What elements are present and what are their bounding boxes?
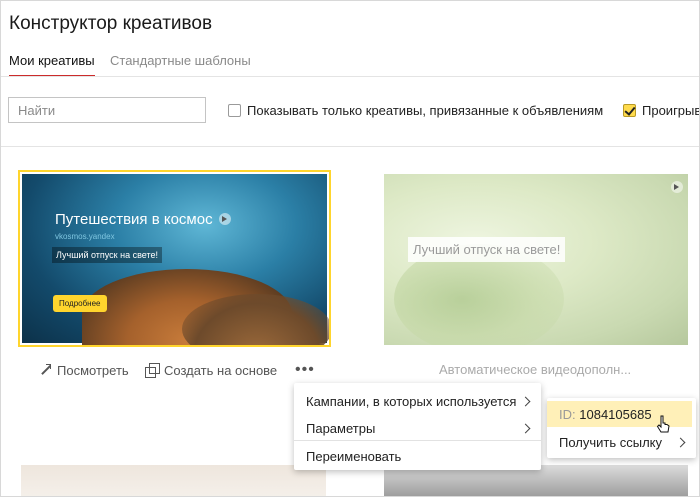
sound-icon[interactable] <box>219 213 231 225</box>
only-linked-filter[interactable]: Показывать только креативы, привязанные … <box>228 101 603 119</box>
view-label: Посмотреть <box>57 362 129 378</box>
creative-title: Путешествия в космос <box>55 211 213 228</box>
create-based-action[interactable]: Создать на основе <box>145 361 277 379</box>
tab-standard-templates[interactable]: Стандартные шаблоны <box>110 53 251 68</box>
search-input[interactable] <box>8 97 206 123</box>
more-options-button[interactable]: ••• <box>295 361 315 379</box>
create-based-label: Создать на основе <box>164 362 278 378</box>
mouse-cursor-icon <box>656 415 670 433</box>
id-value: 1084105685 <box>579 407 652 422</box>
creative-card-selected[interactable]: Путешествия в космос vkosmos.yandex Лучш… <box>18 170 331 347</box>
submenu-item-id[interactable]: ID: 1084105685 <box>559 407 652 422</box>
creative-card-partial[interactable] <box>21 465 326 496</box>
expand-icon <box>38 363 52 377</box>
chevron-right-icon <box>520 423 531 434</box>
only-linked-label: Показывать только креативы, привязанные … <box>247 102 604 118</box>
tab-my-creatives[interactable]: Мои креативы <box>9 53 95 77</box>
menu-item-campaigns[interactable]: Кампании, в которых используется <box>306 394 516 409</box>
creative-site: vkosmos.yandex <box>55 232 115 241</box>
parameters-submenu: ID: 1084105685 Получить ссылку <box>547 398 696 458</box>
sound-icon[interactable] <box>671 181 683 193</box>
chevron-right-icon <box>675 437 686 448</box>
filters-divider <box>1 146 699 147</box>
creative-preview-image: Путешествия в космос vkosmos.yandex Лучш… <box>22 174 329 345</box>
creative-card[interactable]: Лучший отпуск на свете! <box>384 174 688 345</box>
menu-item-parameters[interactable]: Параметры <box>306 421 375 436</box>
creative-text: Лучший отпуск на свете! <box>52 247 163 263</box>
context-menu: Кампании, в которых используется Парамет… <box>294 383 541 470</box>
page-title: Конструктор креативов <box>9 13 213 34</box>
only-linked-checkbox[interactable] <box>228 103 241 117</box>
playable-label: Проигрыв <box>642 102 700 118</box>
menu-divider <box>294 440 541 441</box>
creative-cta-button: Подробнее <box>53 295 107 312</box>
submenu-item-get-link[interactable]: Получить ссылку <box>559 435 662 450</box>
tabs-divider <box>1 76 699 77</box>
menu-item-rename[interactable]: Переименовать <box>306 449 401 464</box>
copy-icon <box>145 363 160 378</box>
app-window: Конструктор креативов Мои креативы Станд… <box>0 0 700 497</box>
playable-filter[interactable]: Проигрыв <box>623 101 700 119</box>
creative-text: Лучший отпуск на свете! <box>408 237 566 262</box>
id-label: ID: <box>559 407 576 422</box>
view-action[interactable]: Посмотреть <box>38 361 129 379</box>
chevron-right-icon <box>520 396 531 407</box>
creative-name[interactable]: Автоматическое видеодополн... <box>439 362 631 377</box>
playable-checkbox[interactable] <box>623 103 636 117</box>
